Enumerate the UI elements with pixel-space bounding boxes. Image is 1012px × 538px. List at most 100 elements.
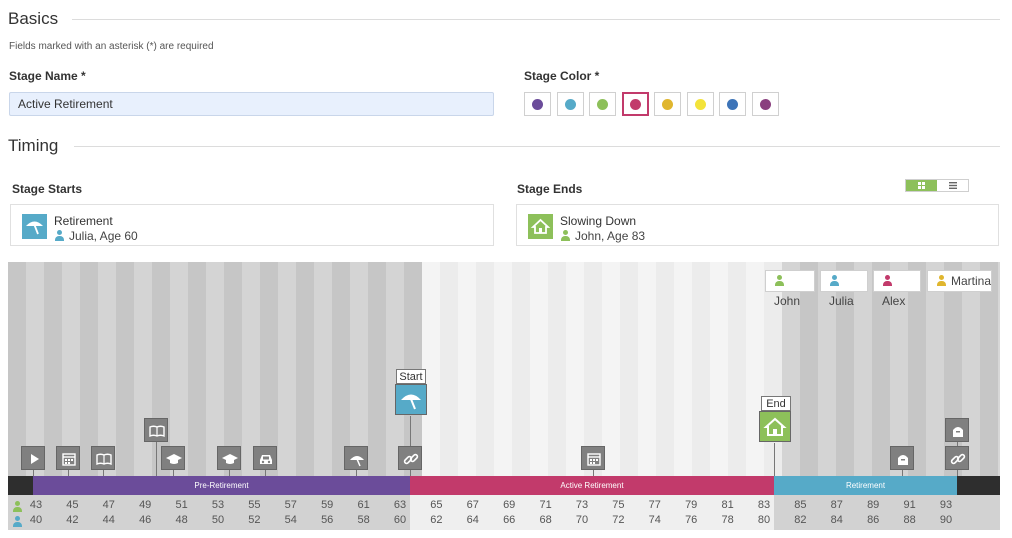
timeline-year-stripe	[314, 262, 332, 476]
grid-view-button[interactable]	[906, 180, 937, 191]
timeline-year-stripe	[926, 262, 944, 476]
timeline-year-stripe	[512, 262, 530, 476]
john-age-label: 45	[66, 499, 79, 511]
list-view-button[interactable]	[937, 180, 968, 191]
julia-age-label: 78	[721, 514, 734, 526]
stage-color-label: Stage Color *	[524, 69, 600, 83]
required-fields-hint: Fields marked with an asterisk (*) are r…	[9, 41, 214, 52]
color-swatch-5[interactable]	[654, 92, 681, 116]
event-stem	[593, 470, 594, 476]
julia-age-label: 50	[211, 514, 225, 526]
julia-age-label: 48	[175, 514, 188, 526]
umbrella-icon[interactable]	[344, 446, 368, 470]
timeline-year-stripe	[800, 262, 818, 476]
john-age-label: 51	[175, 499, 188, 511]
start-marker-stem	[410, 416, 411, 446]
start-umbrella-icon[interactable]	[395, 384, 427, 415]
julia-age-label: 90	[939, 514, 953, 526]
julia-age-label: 68	[539, 514, 552, 526]
timeline-year-stripe	[152, 262, 170, 476]
color-swatch-dot	[532, 98, 543, 110]
tombstone-icon[interactable]	[945, 418, 969, 442]
timeline-year-stripe	[98, 262, 116, 476]
timing-heading: Timing	[8, 136, 59, 155]
event-stem	[902, 470, 903, 476]
end-event-person-text: John, Age 83	[575, 229, 646, 243]
john-age-label: 61	[357, 499, 370, 511]
end-home-icon[interactable]	[759, 411, 791, 442]
calendar-icon[interactable]	[581, 446, 605, 470]
start-event-title: Retirement	[54, 214, 113, 228]
link-icon[interactable]	[398, 446, 422, 470]
event-stem	[33, 470, 34, 476]
person-name: Julia	[829, 294, 854, 308]
person-icon	[936, 275, 947, 286]
graduation-cap-icon[interactable]	[217, 446, 241, 470]
stage-retirement[interactable]: Retirement	[774, 476, 957, 495]
car-icon[interactable]	[253, 446, 277, 470]
book-icon[interactable]	[144, 418, 168, 442]
john-age-label: 49	[139, 499, 152, 511]
timeline-year-stripe	[224, 262, 242, 476]
timeline-year-stripe	[908, 262, 926, 476]
john-age-label: 91	[903, 499, 916, 511]
calendar-icon[interactable]	[56, 446, 80, 470]
person-toggle-martina[interactable]: Martina	[927, 270, 992, 292]
tombstone-icon[interactable]	[890, 446, 914, 470]
person-toggle-alex[interactable]: Alex	[873, 270, 921, 308]
timeline-year-stripe	[476, 262, 494, 476]
timeline-year-stripe	[188, 262, 206, 476]
john-age-label: 67	[466, 499, 479, 511]
color-swatch-7[interactable]	[719, 92, 746, 116]
timeline-year-stripe	[548, 262, 566, 476]
timeline-year-stripe	[242, 262, 260, 476]
color-swatch-1[interactable]	[524, 92, 551, 116]
julia-age-label: 56	[321, 514, 334, 526]
stage-pre-retirement[interactable]: Pre-Retirement	[33, 476, 410, 495]
john-age-label: 77	[648, 499, 661, 511]
julia-age-label: 54	[284, 514, 297, 526]
timeline-year-stripe	[260, 262, 278, 476]
julia-age-label: 82	[794, 514, 807, 526]
john-age-label: 75	[612, 499, 625, 511]
link-icon[interactable]	[945, 446, 969, 470]
color-swatch-6[interactable]	[686, 92, 714, 116]
graduation-cap-icon[interactable]	[161, 446, 185, 470]
person-name: Martina	[951, 274, 992, 288]
timeline-year-stripe	[854, 262, 872, 476]
julia-age-label: 88	[903, 514, 916, 526]
umbrella-icon	[22, 214, 47, 239]
color-swatch-4[interactable]	[621, 92, 649, 116]
event-stem	[173, 470, 174, 476]
john-age-label: 47	[102, 499, 115, 511]
event-stem	[957, 470, 958, 476]
stage-name-input[interactable]	[9, 92, 494, 116]
timeline-year-stripe	[206, 262, 224, 476]
start-marker-label: Start	[396, 369, 426, 384]
john-age-label: 71	[539, 499, 552, 511]
person-toggle-julia[interactable]: Julia	[820, 270, 868, 308]
timeline-year-stripe	[494, 262, 512, 476]
timeline-year-stripe	[278, 262, 296, 476]
book-icon[interactable]	[91, 446, 115, 470]
stage-start-card[interactable]: Retirement Julia, Age 60	[10, 204, 494, 246]
person-icon	[882, 275, 893, 286]
timeline-year-stripe	[566, 262, 584, 476]
stage-end-card[interactable]: Slowing Down John, Age 83	[516, 204, 999, 246]
person-icon	[774, 275, 785, 286]
timeline-chart: Pre-Retirement Active Retirement Retirem…	[8, 262, 1000, 530]
timeline-year-stripe	[170, 262, 188, 476]
color-swatch-3[interactable]	[589, 92, 616, 116]
person-toggle-john[interactable]: John	[765, 270, 815, 308]
john-age-label: 53	[211, 499, 225, 511]
julia-age-label: 70	[575, 514, 589, 526]
play-icon[interactable]	[21, 446, 45, 470]
john-age-label: 63	[393, 499, 407, 511]
event-stem	[156, 442, 157, 476]
timeline-year-stripe	[116, 262, 134, 476]
color-swatch-8[interactable]	[751, 92, 779, 116]
john-age-label: 65	[430, 499, 443, 511]
color-swatch-2[interactable]	[556, 92, 584, 116]
timeline-year-stripe	[656, 262, 674, 476]
stage-active-retirement[interactable]: Active Retirement	[410, 476, 774, 495]
